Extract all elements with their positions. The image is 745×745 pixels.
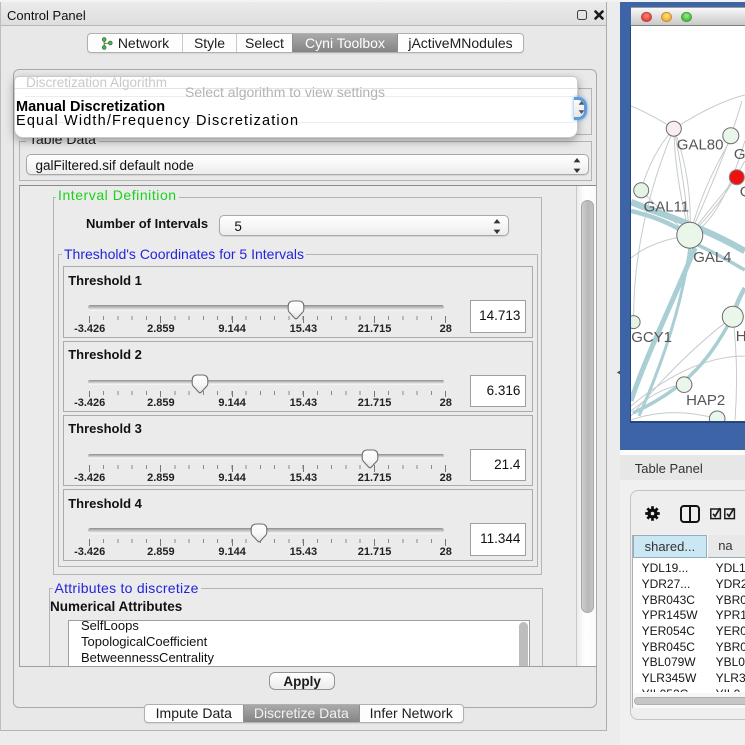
svg-text:GAL11: GAL11 — [644, 199, 690, 216]
svg-text:GAL80: GAL80 — [677, 137, 724, 154]
svg-text:GCY1: GCY1 — [631, 329, 672, 346]
svg-text:H: H — [736, 328, 745, 345]
svg-text:GAL4: GAL4 — [693, 249, 731, 266]
svg-text:HAP2: HAP2 — [686, 392, 725, 409]
svg-text:G: G — [740, 184, 745, 201]
svg-text:G.: G. — [734, 146, 745, 163]
